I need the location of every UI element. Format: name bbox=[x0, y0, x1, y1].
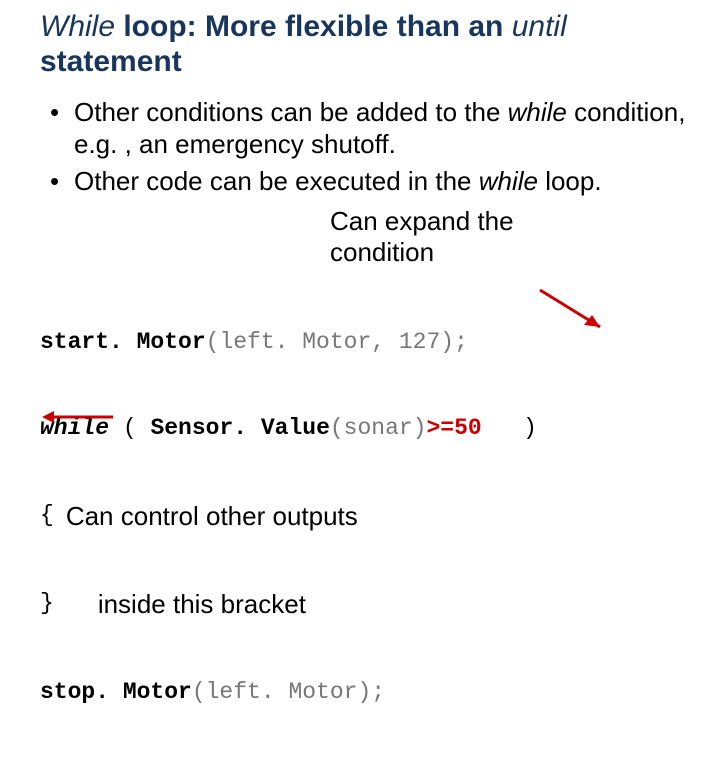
title-mid: loop: More flexible than an bbox=[115, 10, 512, 43]
title-until: until bbox=[512, 10, 567, 43]
code-line-4: } inside this bracket bbox=[40, 589, 690, 620]
bullet-2-post: loop. bbox=[538, 166, 602, 196]
bullet-1-italic: while bbox=[508, 97, 567, 127]
slide-title: While loop: More flexible than an until … bbox=[40, 10, 690, 79]
code-fn-stopmotor: stop. Motor bbox=[40, 679, 192, 705]
annotation-expand-condition: Can expand the condition bbox=[330, 206, 590, 268]
code-args-5: (left. Motor); bbox=[192, 679, 385, 705]
title-while: While bbox=[40, 10, 115, 43]
bullet-2: Other code can be executed in the while … bbox=[40, 166, 690, 198]
code-line-3: { Can control other outputs bbox=[40, 501, 690, 532]
code-kw-while: while bbox=[40, 415, 109, 441]
annotation-bracket-line1: Can control other outputs bbox=[66, 501, 358, 532]
code-line-1: start. Motor(left. Motor, 127); bbox=[40, 328, 690, 357]
code-line-2: while ( Sensor. Value(sonar)>=50 ) bbox=[40, 414, 690, 443]
code-args-1: (left. Motor, 127); bbox=[206, 329, 468, 355]
code-block: start. Motor(left. Motor, 127); while ( … bbox=[40, 271, 690, 765]
code-brace-close: } bbox=[40, 590, 54, 616]
annotation-bracket-line2: inside this bracket bbox=[98, 589, 306, 620]
code-sensor-arg: (sonar) bbox=[330, 415, 427, 441]
code-open-paren: ( bbox=[109, 415, 150, 441]
code-fn-startmotor: start. Motor bbox=[40, 329, 206, 355]
bullet-1-pre: Other conditions can be added to the bbox=[74, 97, 508, 127]
code-compare: >=50 bbox=[427, 415, 482, 441]
code-close-paren: ) bbox=[482, 415, 537, 441]
bullet-list: Other conditions can be added to the whi… bbox=[40, 97, 690, 198]
code-brace-open: { bbox=[40, 502, 54, 528]
bullet-2-italic: while bbox=[479, 166, 538, 196]
code-line-5: stop. Motor(left. Motor); bbox=[40, 678, 690, 707]
slide: While loop: More flexible than an until … bbox=[0, 0, 720, 774]
bullet-1: Other conditions can be added to the whi… bbox=[40, 97, 690, 160]
bullet-2-pre: Other code can be executed in the bbox=[74, 166, 479, 196]
code-fn-sensorvalue: Sensor. Value bbox=[150, 415, 329, 441]
title-tail: statement bbox=[40, 45, 182, 78]
